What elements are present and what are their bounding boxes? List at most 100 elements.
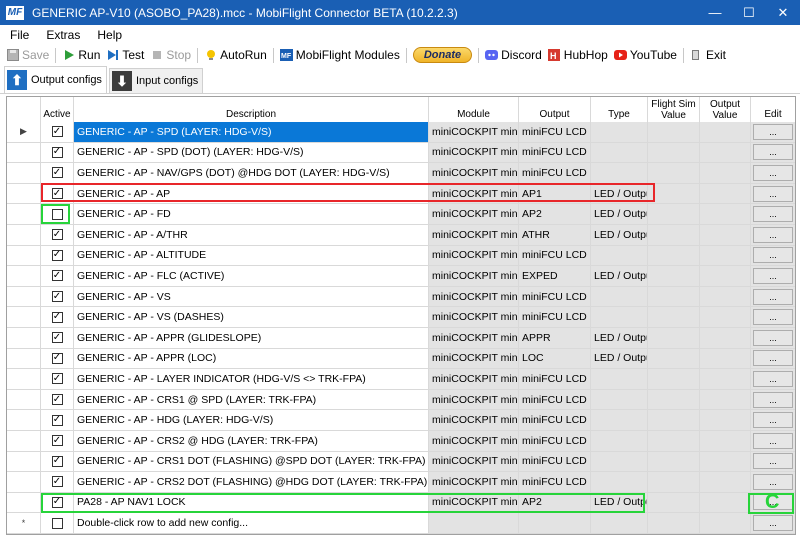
table-row[interactable]: ✓ GENERIC - AP - APminiCOCKPIT miniFCUAP1…	[7, 183, 795, 205]
active-checkbox[interactable]: ✓	[51, 394, 63, 406]
table-row[interactable]: ✓ PA28 - AP NAV1 LOCKminiCOCKPIT miniFCUA…	[7, 492, 795, 514]
row-selector[interactable]	[7, 163, 41, 183]
edit-button[interactable]: ...	[753, 206, 793, 223]
row-selector[interactable]	[7, 266, 41, 286]
donate-button[interactable]: Donate	[412, 47, 473, 63]
row-selector[interactable]	[7, 327, 41, 348]
tab-output-configs[interactable]: ⬆ Output configs	[4, 66, 107, 93]
edit-button[interactable]: ...	[753, 412, 793, 429]
active-checkbox[interactable]: ✓	[51, 332, 63, 344]
description-cell[interactable]: GENERIC - AP - LAYER INDICATOR (HDG-V/S …	[74, 369, 429, 389]
active-checkbox[interactable]: ✓	[51, 270, 63, 282]
edit-button[interactable]: ...	[753, 350, 793, 367]
row-selector[interactable]	[7, 348, 41, 369]
menu-file[interactable]: File	[0, 28, 36, 42]
autorun-button[interactable]: AutoRun	[204, 48, 267, 62]
row-selector[interactable]	[7, 389, 41, 410]
description-cell[interactable]: GENERIC - AP - ALTITUDE	[74, 245, 429, 266]
edit-button[interactable]: ...	[753, 453, 793, 470]
header-module[interactable]: Module	[429, 97, 519, 122]
exit-button[interactable]: Exit	[690, 48, 726, 62]
new-config-row[interactable]: * Double-click row to add new config.....…	[7, 513, 795, 534]
edit-button[interactable]: ...	[753, 391, 793, 408]
active-checkbox[interactable]: ✓	[51, 496, 63, 508]
table-row[interactable]: ✓ GENERIC - AP - VSminiCOCKPIT miniFCUmin…	[7, 286, 795, 308]
edit-button[interactable]: ...	[753, 515, 793, 532]
row-selector[interactable]	[7, 307, 41, 327]
active-checkbox[interactable]: ✓	[51, 126, 63, 138]
active-checkbox[interactable]: ✓	[51, 476, 63, 488]
description-cell[interactable]: PA28 - AP NAV1 LOCK	[74, 492, 429, 513]
table-row[interactable]: GENERIC - AP - FDminiCOCKPIT miniFCUAP2L…	[7, 204, 795, 225]
description-cell[interactable]: GENERIC - AP - SPD (DOT) (LAYER: HDG-V/S…	[74, 142, 429, 163]
row-selector[interactable]	[7, 245, 41, 266]
table-row[interactable]: ✓ GENERIC - AP - HDG (LAYER: HDG-V/S) mini…	[7, 410, 795, 431]
active-checkbox[interactable]: ✓	[51, 435, 63, 447]
description-cell[interactable]: GENERIC - AP - HDG (LAYER: HDG-V/S)	[74, 410, 429, 430]
row-selector[interactable]: *	[7, 513, 41, 533]
header-flight-sim-value[interactable]: Flight Sim Value	[648, 97, 700, 122]
table-row[interactable]: ✓ GENERIC - AP - CRS1 DOT (FLASHING) @SPD…	[7, 451, 795, 473]
description-cell[interactable]: GENERIC - AP - CRS1 DOT (FLASHING) @SPD …	[74, 451, 429, 472]
description-cell[interactable]: GENERIC - AP - APPR (LOC)	[74, 348, 429, 369]
row-selector[interactable]	[7, 224, 41, 245]
maximize-button[interactable]: ☐	[732, 0, 766, 25]
header-output[interactable]: Output	[519, 97, 591, 122]
active-checkbox[interactable]: ✓	[51, 167, 63, 179]
header-description[interactable]: Description	[74, 97, 429, 122]
row-selector[interactable]	[7, 492, 41, 513]
edit-button[interactable]: ...	[753, 185, 793, 202]
active-checkbox[interactable]: ✓	[51, 455, 63, 467]
edit-button[interactable]: ...	[753, 288, 793, 305]
test-button[interactable]: Test	[106, 48, 144, 62]
table-row[interactable]: ✓ GENERIC - AP - ALTITUDEminiCOCKPIT mini…	[7, 245, 795, 267]
active-checkbox[interactable]: ✓	[51, 291, 63, 303]
active-checkbox[interactable]: ✓	[51, 311, 63, 323]
row-selector[interactable]	[7, 472, 41, 492]
discord-button[interactable]: Discord	[485, 48, 542, 62]
row-selector[interactable]	[7, 286, 41, 307]
hubhop-button[interactable]: H HubHop	[548, 48, 608, 62]
description-cell[interactable]: GENERIC - AP - A/THR	[74, 224, 429, 245]
edit-button[interactable]: ...	[753, 329, 793, 346]
stop-button[interactable]: Stop	[150, 48, 191, 62]
active-checkbox[interactable]	[51, 208, 63, 220]
edit-button[interactable]: ...	[753, 123, 793, 140]
table-row[interactable]: ✓ GENERIC - AP - CRS1 @ SPD (LAYER: TRK-F…	[7, 389, 795, 411]
row-selector[interactable]	[7, 369, 41, 389]
table-row[interactable]: ✓ GENERIC - AP - SPD (DOT) (LAYER: HDG-V/…	[7, 142, 795, 164]
menu-help[interactable]: Help	[87, 28, 129, 42]
row-selector[interactable]	[7, 142, 41, 163]
description-cell[interactable]: GENERIC - AP - CRS2 DOT (FLASHING) @HDG …	[74, 472, 429, 492]
row-selector[interactable]	[7, 410, 41, 430]
close-button[interactable]: ✕	[766, 0, 800, 25]
active-checkbox[interactable]: ✓	[51, 352, 63, 364]
active-checkbox[interactable]: ✓	[51, 146, 63, 158]
description-cell[interactable]: GENERIC - AP - FD	[74, 204, 429, 224]
edit-button[interactable]: ...	[753, 370, 793, 387]
tab-input-configs[interactable]: ⬇ Input configs	[108, 68, 204, 93]
description-cell[interactable]: GENERIC - AP - APPR (GLIDESLOPE)	[74, 327, 429, 348]
table-row[interactable]: ✓ GENERIC - AP - A/THRminiCOCKPIT miniFCU…	[7, 224, 795, 246]
active-checkbox[interactable]: ✓	[51, 373, 63, 385]
description-cell[interactable]: GENERIC - AP - SPD (LAYER: HDG-V/S)	[74, 122, 429, 142]
edit-button[interactable]: ...	[753, 247, 793, 264]
table-row[interactable]: ✓ GENERIC - AP - CRS2 @ HDG (LAYER: TRK-F…	[7, 430, 795, 452]
table-row[interactable]: ✓ GENERIC - AP - LAYER INDICATOR (HDG-V/S…	[7, 369, 795, 390]
table-row[interactable]: ▶ ✓ GENERIC - AP - SPD (LAYER: HDG-V/S) min…	[7, 122, 795, 143]
run-button[interactable]: Run	[62, 48, 100, 62]
table-row[interactable]: ✓ GENERIC - AP - APPR (GLIDESLOPE) miniCOC…	[7, 327, 795, 349]
header-type[interactable]: Type	[591, 97, 648, 122]
header-active[interactable]: Active	[41, 97, 74, 122]
description-cell[interactable]: GENERIC - AP - CRS1 @ SPD (LAYER: TRK-FP…	[74, 389, 429, 410]
active-checkbox[interactable]: ✓	[51, 188, 63, 200]
active-checkbox[interactable]: ✓	[51, 249, 63, 261]
description-cell[interactable]: GENERIC - AP - FLC (ACTIVE)	[74, 266, 429, 286]
table-row[interactable]: ✓ GENERIC - AP - CRS2 DOT (FLASHING) @HDG…	[7, 472, 795, 493]
edit-button[interactable]: ...	[753, 144, 793, 161]
row-selector[interactable]: ▶	[7, 122, 41, 142]
active-checkbox[interactable]: ✓	[51, 229, 63, 241]
youtube-button[interactable]: YouTube	[613, 48, 677, 62]
table-row[interactable]: ✓ GENERIC - AP - NAV/GPS (DOT) @HDG DOT (…	[7, 163, 795, 184]
row-selector[interactable]	[7, 183, 41, 204]
